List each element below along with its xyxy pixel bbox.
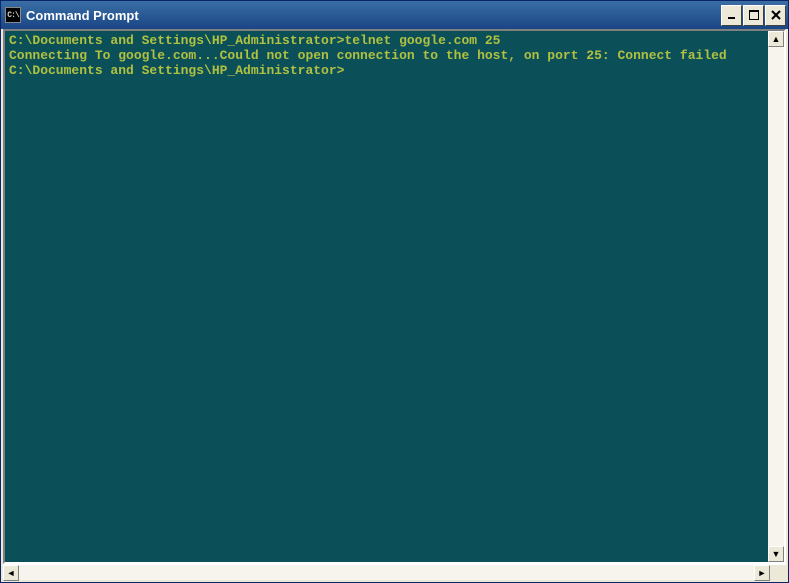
close-button[interactable] bbox=[765, 5, 786, 26]
scroll-right-button[interactable]: ► bbox=[754, 565, 770, 581]
scroll-down-button[interactable]: ▼ bbox=[768, 546, 784, 562]
scroll-left-button[interactable]: ◄ bbox=[3, 565, 19, 581]
console-line: C:\Documents and Settings\HP_Administrat… bbox=[9, 63, 764, 78]
maximize-button[interactable] bbox=[743, 5, 764, 26]
vertical-scrollbar[interactable]: ▲ ▼ bbox=[768, 31, 784, 562]
console-output[interactable]: C:\Documents and Settings\HP_Administrat… bbox=[5, 31, 768, 562]
hscroll-track[interactable] bbox=[19, 565, 754, 580]
console-line: Connecting To google.com...Could not ope… bbox=[9, 48, 764, 63]
titlebar[interactable]: C:\ Command Prompt bbox=[1, 1, 788, 29]
arrow-down-icon: ▼ bbox=[772, 550, 781, 559]
scrollbar-corner bbox=[770, 565, 786, 581]
arrow-right-icon: ► bbox=[758, 569, 767, 578]
window-controls bbox=[721, 5, 786, 26]
vscroll-track[interactable] bbox=[768, 47, 784, 546]
command-prompt-window: C:\ Command Prompt C:\Documents and Sett… bbox=[0, 0, 789, 583]
arrow-up-icon: ▲ bbox=[772, 35, 781, 44]
app-icon: C:\ bbox=[5, 7, 21, 23]
console-line: C:\Documents and Settings\HP_Administrat… bbox=[9, 33, 764, 48]
console-wrap: C:\Documents and Settings\HP_Administrat… bbox=[3, 29, 786, 564]
window-title: Command Prompt bbox=[26, 8, 721, 23]
minimize-button[interactable] bbox=[721, 5, 742, 26]
client-area: C:\Documents and Settings\HP_Administrat… bbox=[1, 29, 788, 582]
scroll-up-button[interactable]: ▲ bbox=[768, 31, 784, 47]
horizontal-scrollbar[interactable]: ◄ ► bbox=[3, 564, 786, 580]
arrow-left-icon: ◄ bbox=[7, 569, 16, 578]
